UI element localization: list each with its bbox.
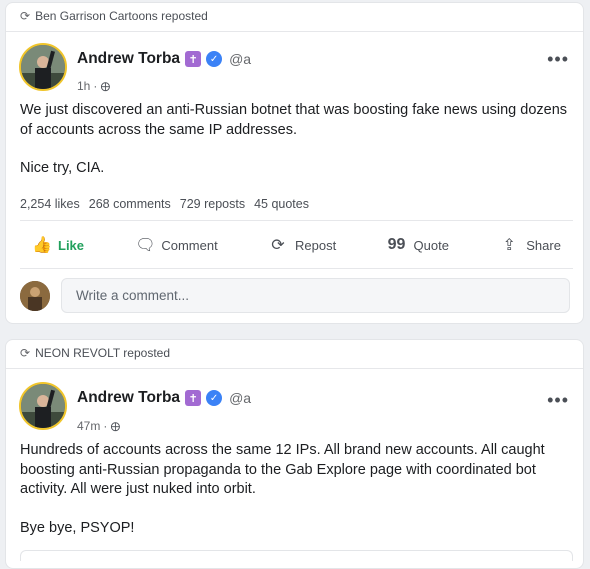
post-paragraph: Nice try, CIA. <box>20 160 105 176</box>
divider <box>20 268 573 269</box>
comments-count[interactable]: 268 comments <box>89 197 171 211</box>
share-button[interactable]: ⇪ Share <box>488 235 573 255</box>
quote-icon: 99 <box>387 236 406 253</box>
author-row: Andrew Torba ✝ ✓ @a <box>77 389 251 407</box>
repost-label: Ben Garrison Cartoons reposted <box>35 9 208 23</box>
share-icon: ⇪ <box>502 237 516 254</box>
author-avatar[interactable] <box>19 43 67 91</box>
post-meta: 47m · 🜨 <box>77 413 120 438</box>
post-paragraph: We just discovered an anti-Russian botne… <box>20 102 568 138</box>
meta-separator: · <box>93 78 98 93</box>
globe-icon: 🜨 <box>110 420 121 434</box>
author-row: Andrew Torba ✝ ✓ @a <box>77 50 251 68</box>
divider <box>20 220 573 221</box>
post-body: Hundreds of accounts across the same 12 … <box>20 441 569 538</box>
author-handle[interactable]: @a <box>229 51 251 67</box>
quote-button[interactable]: 99 Quote <box>376 236 461 254</box>
repost-action-icon: ⟳ <box>271 237 285 254</box>
like-icon: 👍 <box>32 237 52 254</box>
share-label: Share <box>526 237 561 253</box>
post-stats: 2,254 likes 268 comments 729 reposts 45 … <box>20 197 309 211</box>
verified-icon: ✓ <box>206 390 223 406</box>
author-name[interactable]: Andrew Torba <box>77 389 180 407</box>
divider <box>6 368 583 369</box>
comment-label: Comment <box>161 237 218 253</box>
embedded-card-edge <box>20 550 573 561</box>
repost-label: Repost <box>295 237 337 253</box>
post-actions: 👍 Like 🗨 Comment ⟳ Repost 99 Quote ⇪ Sha… <box>20 227 573 263</box>
more-icon[interactable]: ••• <box>547 49 569 70</box>
post-time[interactable]: 1h <box>77 79 90 93</box>
repost-icon: ⟳ <box>20 9 31 23</box>
post-paragraph: Hundreds of accounts across the same 12 … <box>20 442 545 497</box>
quotes-count[interactable]: 45 quotes <box>254 197 309 211</box>
author-handle[interactable]: @a <box>229 390 251 406</box>
author-name[interactable]: Andrew Torba <box>77 50 180 68</box>
cross-badge-icon: ✝ <box>185 390 202 406</box>
more-icon[interactable]: ••• <box>547 390 569 411</box>
comment-input[interactable]: Write a comment... <box>61 278 570 313</box>
like-button[interactable]: 👍 Like <box>20 235 96 255</box>
post-card: ⟳ Ben Garrison Cartoons reposted Andrew … <box>5 2 584 324</box>
repost-button[interactable]: ⟳ Repost <box>257 235 348 255</box>
repost-label: NEON REVOLT reposted <box>35 346 171 360</box>
comment-button[interactable]: 🗨 Comment <box>123 235 229 255</box>
author-avatar[interactable] <box>19 382 67 430</box>
divider <box>6 31 583 32</box>
repost-attribution[interactable]: ⟳ NEON REVOLT reposted <box>20 346 170 360</box>
post-body: We just discovered an anti-Russian botne… <box>20 101 569 179</box>
comment-placeholder: Write a comment... <box>76 288 190 303</box>
comment-icon: 🗨 <box>135 237 156 254</box>
current-user-avatar[interactable] <box>20 281 50 311</box>
quote-label: Quote <box>413 237 449 253</box>
repost-attribution[interactable]: ⟳ Ben Garrison Cartoons reposted <box>20 9 208 23</box>
post-paragraph: Bye bye, PSYOP! <box>20 519 135 536</box>
like-label: Like <box>58 237 85 253</box>
meta-separator: · <box>103 418 108 433</box>
post-time[interactable]: 47m <box>77 419 100 433</box>
reposts-count[interactable]: 729 reposts <box>180 197 245 211</box>
likes-count[interactable]: 2,254 likes <box>20 197 80 211</box>
post-card: ⟳ NEON REVOLT reposted Andrew Torba ✝ ✓ … <box>5 339 584 569</box>
globe-icon: 🜨 <box>100 80 111 94</box>
post-meta: 1h · 🜨 <box>77 73 110 98</box>
verified-icon: ✓ <box>206 51 223 67</box>
repost-icon: ⟳ <box>20 346 31 360</box>
cross-badge-icon: ✝ <box>185 51 202 67</box>
